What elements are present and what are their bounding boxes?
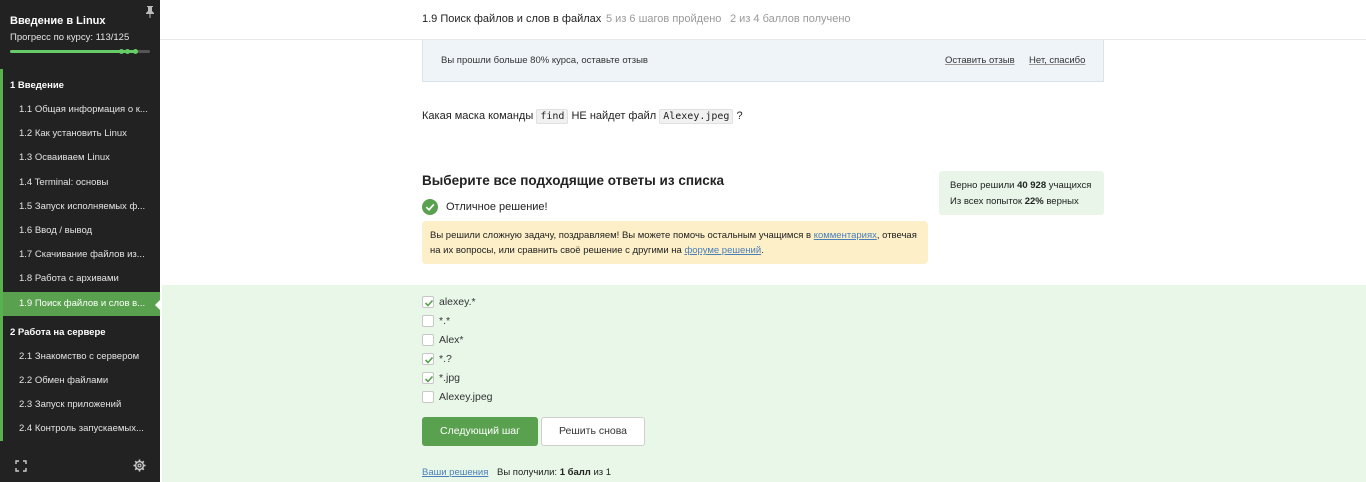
- hint-text: Вы решили сложную задачу, поздравляем! В…: [430, 228, 924, 258]
- sidebar-item-lesson[interactable]: 1.5 Запуск исполняемых ф...: [0, 194, 160, 219]
- sidebar-item-lesson[interactable]: 2.2 Обмен файлами: [0, 368, 160, 394]
- section-introduction[interactable]: 1 Введение: [0, 69, 160, 98]
- next-step-button[interactable]: Следующий шаг: [422, 417, 538, 446]
- stats-text: Верно решили: [950, 180, 1018, 191]
- sidebar-item-lesson[interactable]: 1.7 Скачивание файлов из...: [0, 243, 160, 268]
- lesson-label: 2.3 Запуск приложений: [19, 399, 122, 411]
- result-text: Вы получили:: [497, 467, 560, 478]
- answer-checkbox[interactable]: [422, 296, 434, 308]
- leave-review-link[interactable]: Оставить отзыв: [945, 55, 1015, 66]
- points-progress: 2 из 4 баллов получено: [730, 13, 851, 25]
- answer-label: *.jpg: [439, 372, 461, 384]
- answer-label: Alexey.jpeg: [439, 391, 493, 403]
- sidebar-item-lesson-active[interactable]: 1.9 Поиск файлов и слов в...: [0, 291, 161, 316]
- lesson-label: 1.4 Terminal: основы: [19, 176, 109, 188]
- sidebar-item-lesson[interactable]: 1.3 Осваиваем Linux: [0, 146, 160, 171]
- stats-success-rate: Из всех попыток 22% верных: [950, 196, 1079, 207]
- no-thanks-link[interactable]: Нет, спасибо: [1029, 55, 1085, 66]
- stats-value: 22%: [1024, 196, 1044, 207]
- filename-code: Alexey.jpeg: [659, 109, 734, 124]
- comments-link[interactable]: комментариях: [814, 230, 877, 241]
- question-suffix: ?: [736, 110, 743, 122]
- lesson-label: 1.1 Общая информация о к...: [19, 104, 148, 115]
- stats-solved: Верно решили 40 928 учащихся: [950, 180, 1091, 191]
- gear-icon[interactable]: [133, 459, 146, 472]
- lesson-label: 2.4 Контроль запускаемых...: [19, 423, 144, 435]
- section-server-work[interactable]: 2 Работа на сервере: [0, 315, 160, 345]
- progress-marker: [119, 49, 124, 54]
- lesson-label: 1.3 Осваиваем Linux: [19, 152, 110, 164]
- hint-part: Вы решили сложную задачу, поздравляем! В…: [430, 230, 814, 241]
- stats-value: 40 928: [1017, 180, 1047, 191]
- course-sidebar: Введение в Linux Прогресс по курсу: 113/…: [0, 0, 161, 482]
- answer-checkbox[interactable]: [422, 353, 434, 365]
- answer-checkbox[interactable]: [422, 315, 434, 327]
- review-banner: Вы прошли больше 80% курса, оставьте отз…: [422, 40, 1104, 82]
- lesson-label: 1.7 Скачивание файлов из...: [19, 249, 145, 261]
- success-text: Отличное решение!: [446, 201, 548, 213]
- question-middle: НЕ найдет файл: [571, 110, 657, 122]
- answer-checkbox[interactable]: [422, 334, 434, 346]
- section-label: 2 Работа на сервере: [10, 326, 106, 338]
- progress-marker: [133, 49, 138, 54]
- lesson-label: 1.5 Запуск исполняемых ф...: [19, 200, 146, 212]
- sidebar-item-lesson[interactable]: 1.6 Ввод / вывод: [0, 218, 160, 244]
- sidebar-item-lesson[interactable]: 2.3 Запуск приложений: [0, 393, 160, 418]
- checkmark-icon: [424, 356, 434, 364]
- answer-checkbox[interactable]: [422, 391, 434, 403]
- stats-text: Из всех попыток: [950, 196, 1025, 207]
- congrats-hint: Вы решили сложную задачу, поздравляем! В…: [422, 221, 928, 264]
- answer-label: alexey.*: [439, 296, 476, 308]
- step-header: 1.9 Поиск файлов и слов в файлах 5 из 6 …: [160, 0, 1366, 40]
- steps-progress: 5 из 6 шагов пройдено: [606, 13, 722, 25]
- progress-marker: [125, 49, 130, 54]
- score-result: Вы получили: 1 балл из 1: [497, 467, 611, 478]
- quiz-title: Выберите все подходящие ответы из списка: [422, 173, 725, 188]
- your-solutions-link[interactable]: Ваши решения: [422, 467, 488, 478]
- lesson-label: 1.2 Как установить Linux: [19, 128, 127, 140]
- course-title[interactable]: Введение в Linux: [10, 15, 106, 27]
- result-text: из 1: [590, 467, 612, 478]
- question-prefix: Какая маска команды: [422, 110, 534, 122]
- result-value: 1 балл: [559, 467, 591, 478]
- lesson-label: 1.8 Работа с архивами: [19, 273, 119, 285]
- hint-part: .: [761, 245, 764, 256]
- step-title: 1.9 Поиск файлов и слов в файлах: [422, 13, 602, 25]
- checkmark-icon: [424, 299, 434, 307]
- sidebar-item-lesson[interactable]: 1.2 Как установить Linux: [0, 122, 160, 147]
- sidebar-item-lesson[interactable]: 2.4 Контроль запускаемых...: [0, 417, 160, 442]
- check-circle-icon: [422, 199, 438, 215]
- sidebar-item-lesson[interactable]: 1.8 Работа с архивами: [0, 267, 160, 292]
- sidebar-item-lesson[interactable]: 1.4 Terminal: основы: [0, 170, 160, 195]
- answer-checkbox[interactable]: [422, 372, 434, 384]
- course-progress-label: Прогресс по курсу: 113/125: [10, 32, 130, 43]
- answer-label: *.*: [439, 315, 451, 327]
- lesson-label: 2.1 Знакомство с сервером: [19, 350, 140, 362]
- section-label: 1 Введение: [10, 80, 64, 91]
- solutions-forum-link[interactable]: форуме решений: [684, 245, 761, 256]
- lesson-list: 1 Введение 1.1 Общая информация о к... 1…: [0, 69, 161, 442]
- sidebar-item-lesson[interactable]: 1.1 Общая информация о к...: [0, 98, 160, 123]
- lesson-label: 1.6 Ввод / вывод: [19, 224, 93, 236]
- solve-stats: Верно решили 40 928 учащихся Из всех поп…: [939, 171, 1104, 215]
- sidebar-footer: [0, 452, 160, 482]
- review-message: Вы прошли больше 80% курса, оставьте отз…: [441, 55, 648, 66]
- stats-text: учащихся: [1046, 180, 1092, 191]
- fullscreen-icon[interactable]: [15, 460, 27, 472]
- course-progress-fill: [10, 50, 137, 53]
- answer-label: *.?: [439, 353, 452, 365]
- lesson-label: 1.9 Поиск файлов и слов в...: [19, 297, 146, 309]
- answer-area: alexey.* *.* Alex* *.? *.jpg Alexey.jpeg…: [162, 285, 1366, 482]
- checkmark-icon: [424, 375, 434, 383]
- command-code: find: [536, 109, 569, 124]
- retry-button[interactable]: Решить снова: [541, 417, 645, 446]
- sidebar-item-lesson[interactable]: 2.1 Знакомство с сервером: [0, 344, 160, 369]
- answer-label: Alex*: [439, 334, 464, 346]
- pin-icon[interactable]: [145, 5, 155, 19]
- sidebar-header: Введение в Linux Прогресс по курсу: 113/…: [0, 0, 160, 66]
- stats-text: верных: [1043, 196, 1079, 207]
- question-text: Какая маска команды find НЕ найдет файл …: [422, 109, 743, 124]
- lesson-label: 2.2 Обмен файлами: [19, 374, 109, 386]
